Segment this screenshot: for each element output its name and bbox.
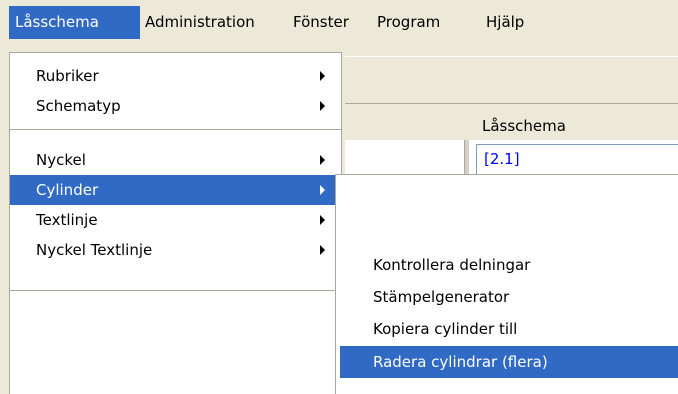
menu-item-cylinder[interactable]: Cylinder bbox=[10, 175, 341, 205]
menu-separator bbox=[10, 129, 341, 130]
menu-item-label: Schematyp bbox=[36, 97, 121, 115]
column-header-lasschema[interactable]: Låsschema bbox=[482, 117, 566, 135]
grid-splitter[interactable] bbox=[464, 140, 470, 174]
menu-program[interactable]: Program bbox=[377, 6, 440, 39]
submenu-arrow-icon bbox=[320, 155, 325, 165]
menu-item-label: Nyckel Textlinje bbox=[36, 241, 153, 259]
toolbar bbox=[345, 56, 678, 104]
menu-administration[interactable]: Administration bbox=[145, 6, 255, 39]
submenu-item-kontrollera-delningar[interactable]: Kontrollera delningar bbox=[340, 249, 678, 281]
submenu-arrow-icon bbox=[320, 185, 325, 195]
submenu-item-label: Kopiera cylinder till bbox=[373, 320, 518, 338]
menu-separator bbox=[10, 290, 341, 291]
submenu-arrow-icon bbox=[320, 71, 325, 81]
menu-item-schematyp[interactable]: Schematyp bbox=[10, 91, 341, 121]
menu-item-label: Cylinder bbox=[36, 181, 99, 199]
cylinder-submenu: Kontrollera delningar Stämpelgenerator K… bbox=[335, 174, 678, 394]
menu-item-label: Rubriker bbox=[36, 67, 99, 85]
menu-item-textlinje[interactable]: Textlinje bbox=[10, 205, 341, 235]
menu-hjalp[interactable]: Hjälp bbox=[486, 6, 524, 39]
submenu-arrow-icon bbox=[320, 101, 325, 111]
submenu-item-label: Stämpelgenerator bbox=[373, 288, 510, 306]
submenu-item-stampelgenerator[interactable]: Stämpelgenerator bbox=[340, 281, 678, 313]
menu-bar: Låsschema Administration Fönster Program… bbox=[0, 0, 678, 44]
menu-item-nyckel[interactable]: Nyckel bbox=[10, 145, 341, 175]
lasschema-dropdown: Rubriker Schematyp Nyckel Cylinder Textl… bbox=[9, 52, 342, 394]
submenu-item-radera-cylindrar[interactable]: Radera cylindrar (flera) bbox=[340, 346, 678, 378]
menu-item-rubriker[interactable]: Rubriker bbox=[10, 61, 341, 91]
submenu-item-label: Kontrollera delningar bbox=[373, 256, 531, 274]
submenu-arrow-icon bbox=[320, 245, 325, 255]
menu-lasschema[interactable]: Låsschema bbox=[9, 6, 140, 39]
cell-value[interactable]: [2.1] bbox=[484, 150, 520, 168]
menu-item-label: Nyckel bbox=[36, 151, 86, 169]
submenu-item-label: Radera cylindrar (flera) bbox=[373, 353, 548, 371]
menu-fonster[interactable]: Fönster bbox=[293, 6, 349, 39]
submenu-arrow-icon bbox=[320, 215, 325, 225]
menu-item-nyckel-textlinje[interactable]: Nyckel Textlinje bbox=[10, 235, 341, 265]
menu-item-label: Textlinje bbox=[36, 211, 98, 229]
submenu-item-kopiera-cylinder[interactable]: Kopiera cylinder till bbox=[340, 313, 678, 345]
